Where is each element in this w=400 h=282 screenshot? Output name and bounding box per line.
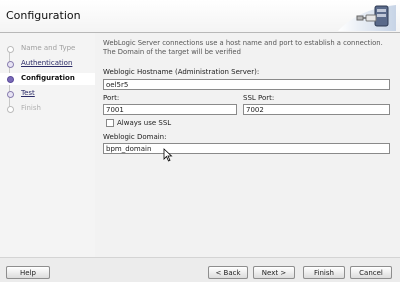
server-connection-icon [338,5,396,31]
next-button[interactable]: Next > [253,266,295,279]
step-test[interactable]: Test [0,88,95,100]
step-configuration[interactable]: Configuration [0,73,95,85]
form-description: WebLogic Server connections use a host n… [103,39,383,56]
always-ssl-checkbox[interactable] [106,119,114,127]
step-finish: Finish [0,103,95,115]
step-dot-icon [7,91,14,98]
back-button[interactable]: < Back [208,266,248,279]
step-authentication[interactable]: Authentication [0,58,95,70]
step-dot-icon [7,61,14,68]
step-label: Name and Type [21,44,76,52]
step-dot-icon [7,46,14,53]
port-label: Port: [103,94,120,102]
wizard-panel: Name and Type Authentication Configurati… [0,33,400,257]
port-input[interactable]: 7001 [103,104,237,115]
step-name-and-type[interactable]: Name and Type [0,43,95,55]
step-dot-icon [7,106,14,113]
mouse-cursor-icon [163,148,173,162]
always-ssl-label[interactable]: Always use SSL [117,119,171,127]
step-label: Authentication [21,59,73,67]
step-label: Test [21,89,35,97]
ssl-port-label: SSL Port: [243,94,275,102]
wizard-footer: Help < Back Next > Finish Cancel [0,257,400,282]
hostname-input[interactable]: oel5r5 [103,79,390,90]
step-dot-icon [7,76,14,83]
hostname-label: Weblogic Hostname (Administration Server… [103,68,260,76]
wizard-steps: Name and Type Authentication Configurati… [0,33,95,257]
wizard-header: Configuration [0,0,400,33]
finish-button[interactable]: Finish [303,266,345,279]
step-label: Finish [21,104,41,112]
help-button[interactable]: Help [6,266,50,279]
step-label: Configuration [21,74,75,82]
domain-label: Weblogic Domain: [103,133,167,141]
domain-input[interactable]: bpm_domain [103,143,390,154]
configuration-form: WebLogic Server connections use a host n… [103,39,393,57]
page-title: Configuration [6,9,81,22]
ssl-port-input[interactable]: 7002 [243,104,390,115]
cancel-button[interactable]: Cancel [350,266,392,279]
